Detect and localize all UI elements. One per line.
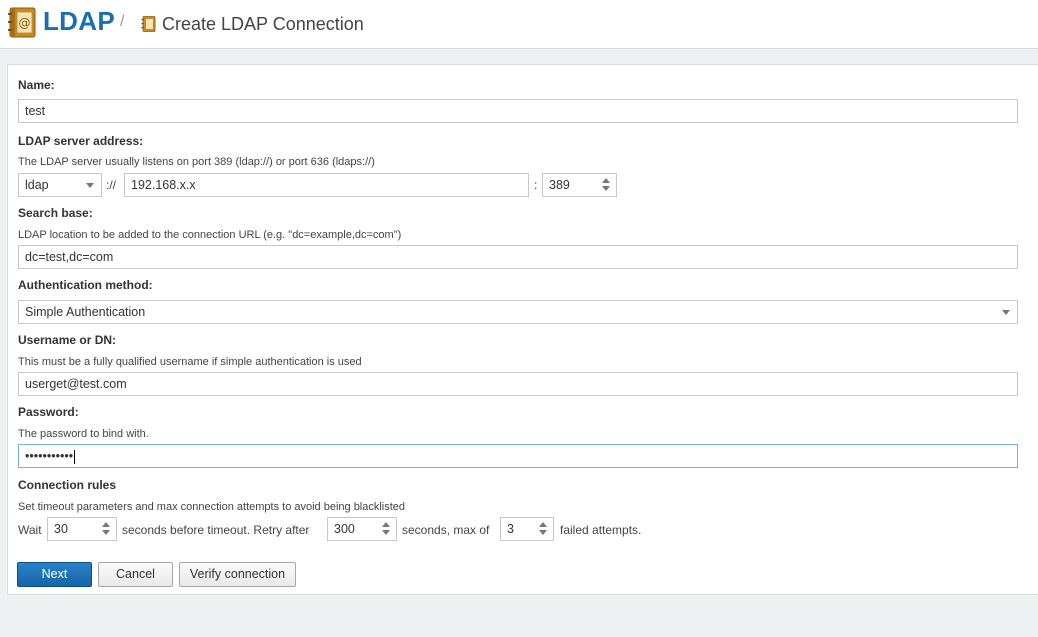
server-address-label: LDAP server address:	[18, 134, 144, 148]
chevron-down-icon	[1002, 310, 1010, 315]
username-hint: This must be a fully qualified username …	[18, 356, 362, 368]
attempts-text: failed attempts.	[560, 523, 642, 537]
next-button[interactable]: Next	[17, 562, 92, 587]
wait-label: Wait	[18, 523, 42, 537]
chevron-down-icon	[86, 183, 94, 188]
text-caret	[74, 449, 76, 464]
spinner-arrows-icon[interactable]	[539, 522, 548, 536]
username-input[interactable]: userget@test.com	[18, 372, 1018, 396]
server-address-hint: The LDAP server usually listens on port …	[18, 156, 375, 168]
timeout-text: seconds before timeout. Retry after	[122, 523, 310, 537]
address-book-icon: @	[8, 7, 36, 38]
password-hint: The password to bind with.	[18, 428, 149, 440]
protocol-value: ldap	[25, 178, 49, 192]
retry-text: seconds, max of	[402, 523, 490, 537]
name-input[interactable]: test	[18, 99, 1018, 123]
name-label: Name:	[18, 78, 55, 92]
password-label: Password:	[18, 405, 79, 419]
password-input[interactable]: •••••••••••	[18, 444, 1018, 468]
spinner-arrows-icon[interactable]	[602, 178, 611, 192]
connection-rules-hint: Set timeout parameters and max connectio…	[18, 501, 406, 513]
timeout-stepper[interactable]: 30	[47, 517, 117, 541]
search-base-hint: LDAP location to be added to the connect…	[18, 229, 402, 241]
password-value: •••••••••••	[25, 449, 74, 463]
max-attempts-value: 3	[507, 522, 514, 536]
port-separator: :	[534, 178, 538, 192]
auth-method-label: Authentication method:	[18, 278, 153, 292]
page-title: Create LDAP Connection	[162, 14, 364, 34]
verify-connection-button[interactable]: Verify connection	[179, 562, 296, 587]
protocol-select[interactable]: ldap	[18, 173, 102, 197]
search-base-label: Search base:	[18, 206, 93, 220]
svg-text:@: @	[19, 16, 31, 30]
auth-method-value: Simple Authentication	[25, 305, 146, 319]
breadcrumb-separator: /	[120, 13, 125, 30]
timeout-value: 30	[54, 522, 68, 536]
search-base-input[interactable]: dc=test,dc=com	[18, 245, 1018, 269]
app-title[interactable]: LDAP	[43, 6, 115, 37]
connection-rules-label: Connection rules	[18, 478, 117, 492]
cancel-button[interactable]: Cancel	[98, 562, 173, 587]
auth-method-select[interactable]: Simple Authentication	[18, 300, 1018, 324]
retry-value: 300	[334, 522, 355, 536]
max-attempts-stepper[interactable]: 3	[500, 517, 554, 541]
header: @ LDAP / Create LDAP Connection	[0, 0, 1038, 49]
port-stepper[interactable]: 389	[542, 173, 617, 197]
spinner-arrows-icon[interactable]	[382, 522, 391, 536]
username-label: Username or DN:	[18, 333, 117, 347]
scheme-separator: ://	[106, 178, 117, 192]
spinner-arrows-icon[interactable]	[102, 522, 111, 536]
retry-stepper[interactable]: 300	[327, 517, 397, 541]
address-book-icon	[141, 16, 156, 32]
port-value: 389	[549, 178, 570, 192]
host-input[interactable]: 192.168.x.x	[124, 173, 529, 197]
create-connection-form: Name: test LDAP server address: The LDAP…	[7, 64, 1038, 595]
